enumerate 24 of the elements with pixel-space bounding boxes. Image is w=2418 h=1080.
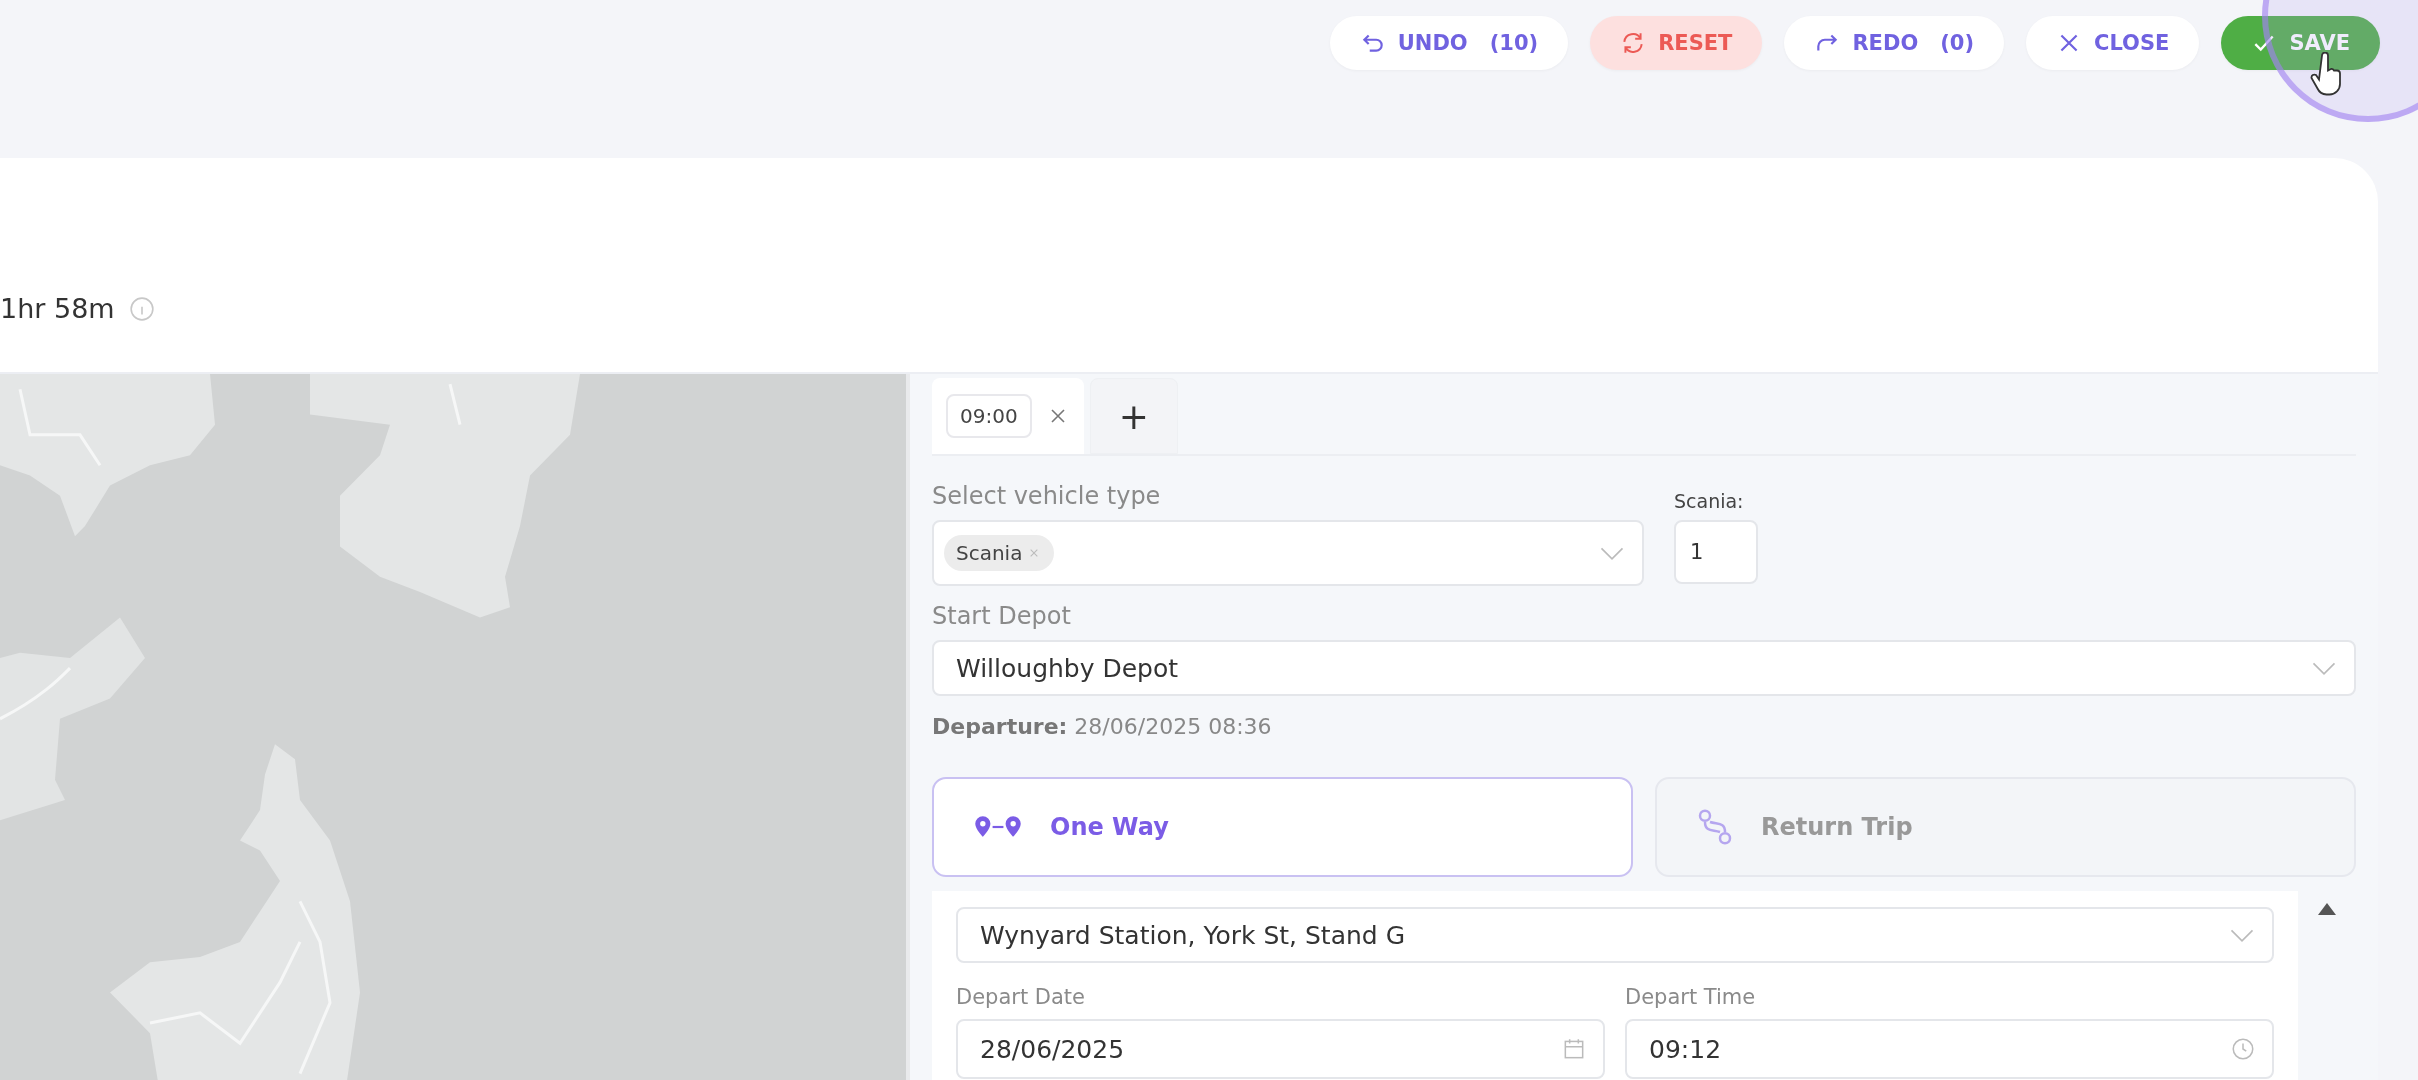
field-label: Scania: [1674,490,1745,512]
trip-type-option[interactable]: One Way [932,777,1633,877]
date-field[interactable]: 28/06/2025 [956,1019,1605,1079]
field-label: Select vehicle type [932,482,1162,510]
field-label: Depart Date [956,985,1087,1009]
duration-text: 1hr 58m [0,293,115,324]
field-label: Start Depot [932,602,1072,630]
vehicle-select[interactable]: Scania [932,520,1644,586]
close-button[interactable]: CLOSE [2026,16,2200,70]
add-tab-button[interactable]: + [1089,378,1178,454]
count-input[interactable]: 1 [1674,520,1758,584]
clock-icon [2230,1036,2256,1062]
depot-select[interactable]: Willoughby Depot [932,640,2356,696]
scroll-up-icon [2317,901,2337,917]
tag-text: Scania [956,541,1023,565]
undo-button[interactable]: UNDO (10) [1329,16,1569,70]
time-field[interactable]: 09:12 [1625,1019,2274,1079]
time-chip: 09:00 [946,394,1032,438]
redo-button[interactable]: REDO (0) [1784,16,2005,70]
time-tab[interactable]: 09:00 [932,378,1084,454]
info-icon [128,295,155,322]
field-label: Depart Time [1625,985,1757,1009]
departure-text: Departure: 28/06/2025 08:36 [932,714,1273,739]
stop-location-select[interactable]: Wynyard Station, York St, Stand G [956,907,2274,963]
